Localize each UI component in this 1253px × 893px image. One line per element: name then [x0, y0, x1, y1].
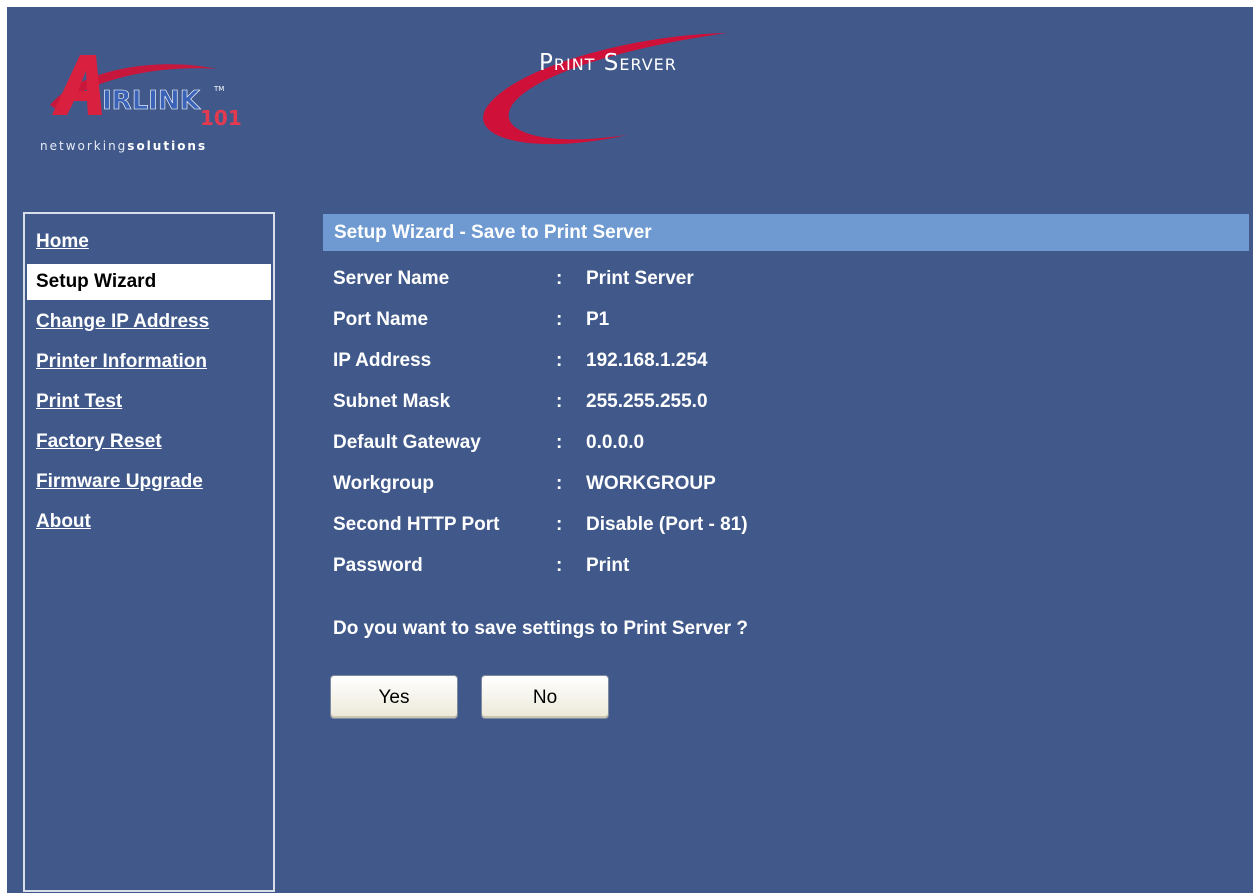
- setting-separator: :: [556, 432, 563, 453]
- logo-tagline-bold: solutions: [127, 139, 208, 153]
- setting-separator: :: [556, 268, 563, 289]
- print-server-swoosh: [483, 33, 727, 145]
- setting-value: 255.255.255.0: [586, 391, 708, 412]
- setting-label: IP Address: [333, 350, 432, 371]
- setting-separator: :: [556, 555, 563, 576]
- setting-label: Subnet Mask: [333, 391, 451, 412]
- setting-value: 0.0.0.0: [586, 432, 645, 453]
- sidebar-item-factory-reset[interactable]: Factory Reset: [25, 422, 273, 462]
- setting-value: P1: [586, 309, 610, 330]
- setting-row-default-gateway: Default Gateway : 0.0.0.0: [323, 420, 1249, 461]
- setting-value: Print: [586, 555, 630, 576]
- setting-value: 192.168.1.254: [586, 350, 708, 371]
- setting-row-subnet-mask: Subnet Mask : 255.255.255.0: [323, 379, 1249, 420]
- sidebar-item-about[interactable]: About: [25, 502, 273, 542]
- save-confirmation-question: Do you want to save settings to Print Se…: [333, 618, 748, 639]
- sidebar-nav: Home Setup Wizard Change IP Address Prin…: [23, 212, 275, 892]
- no-button[interactable]: No: [481, 675, 609, 719]
- airlink-logo-graphic: IRLINK TM 101: [50, 55, 242, 130]
- setting-separator: :: [556, 391, 563, 412]
- page-frame: IRLINK TM 101 networkingsolutions Print …: [7, 7, 1253, 893]
- logo-tagline: networkingsolutions: [40, 139, 207, 153]
- setting-label: Password: [333, 555, 423, 576]
- setting-label: Default Gateway: [333, 432, 481, 453]
- confirmation-buttons: Yes No: [323, 675, 1249, 719]
- settings-summary: Server Name : Print Server Port Name : P…: [323, 256, 1249, 584]
- setting-row-workgroup: Workgroup : WORKGROUP: [323, 461, 1249, 502]
- sidebar-item-print-test[interactable]: Print Test: [25, 382, 273, 422]
- setting-row-second-http-port: Second HTTP Port : Disable (Port - 81): [323, 502, 1249, 543]
- setting-separator: :: [556, 350, 563, 371]
- setting-row-password: Password : Print: [323, 543, 1249, 584]
- svg-text:TM: TM: [213, 85, 224, 93]
- main-content: Setup Wizard - Save to Print Server Serv…: [323, 214, 1249, 719]
- logo-tagline-light: networking: [40, 139, 128, 153]
- setting-separator: :: [556, 309, 563, 330]
- setting-row-ip-address: IP Address : 192.168.1.254: [323, 338, 1249, 379]
- setting-label: Workgroup: [333, 473, 434, 494]
- setting-value: WORKGROUP: [586, 473, 716, 494]
- sidebar-item-change-ip-address[interactable]: Change IP Address: [25, 302, 273, 342]
- svg-text:IRLINK: IRLINK: [102, 86, 201, 116]
- setting-separator: :: [556, 473, 563, 494]
- svg-text:101: 101: [200, 106, 242, 130]
- brand-title-text: Print Server: [539, 50, 677, 76]
- sidebar-item-firmware-upgrade[interactable]: Firmware Upgrade: [25, 462, 273, 502]
- setting-row-server-name: Server Name : Print Server: [323, 256, 1249, 297]
- setting-value: Disable (Port - 81): [586, 514, 748, 535]
- setting-label: Second HTTP Port: [333, 514, 500, 535]
- setting-label: Server Name: [333, 268, 450, 289]
- sidebar-item-setup-wizard[interactable]: Setup Wizard: [27, 264, 271, 300]
- setting-row-port-name: Port Name : P1: [323, 297, 1249, 338]
- sidebar-item-printer-information[interactable]: Printer Information: [25, 342, 273, 382]
- setting-value: Print Server: [586, 268, 694, 289]
- setting-separator: :: [556, 514, 563, 535]
- yes-button[interactable]: Yes: [330, 675, 458, 719]
- setting-label: Port Name: [333, 309, 429, 330]
- brand-title: Print Server: [539, 50, 677, 76]
- sidebar-item-home[interactable]: Home: [25, 222, 273, 262]
- section-title: Setup Wizard - Save to Print Server: [323, 214, 1249, 251]
